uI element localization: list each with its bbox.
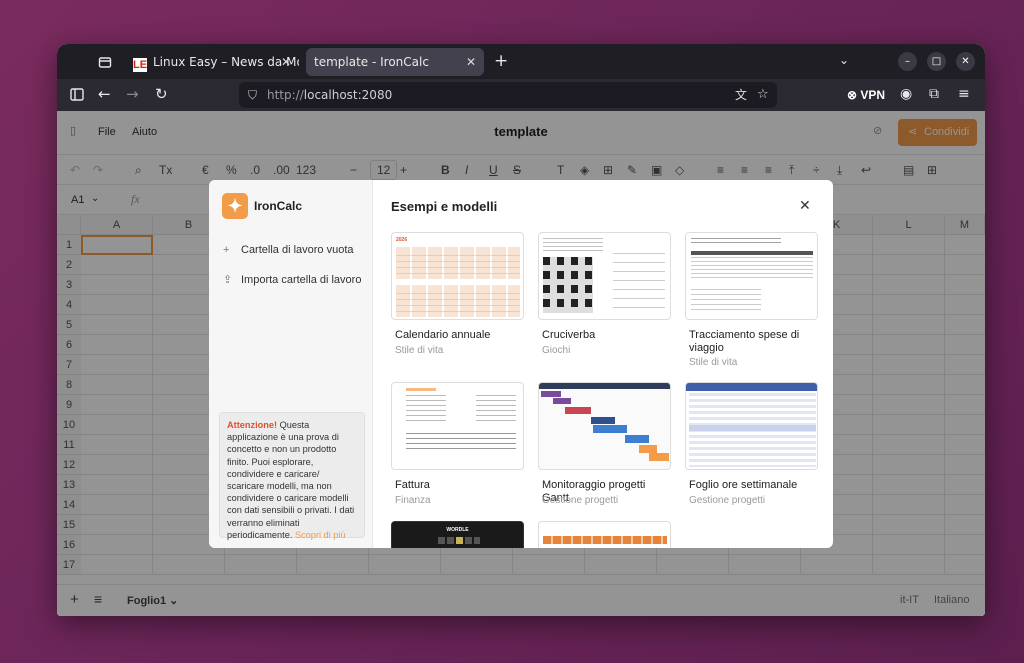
templates-modal: ✦ IronCalc + Cartella di lavoro vuota ⇪ Im… xyxy=(209,180,833,548)
url-bar[interactable]: ⛉ http://localhost:2080 文 ☆ xyxy=(239,82,777,108)
crossword-thumbnail xyxy=(538,232,671,320)
template-title: Fattura xyxy=(395,479,430,491)
close-window-button[interactable]: ✕ xyxy=(956,52,975,71)
gantt-thumbnail xyxy=(538,382,671,470)
import-label: Importa cartella di lavoro xyxy=(241,274,362,286)
template-category: Stile di vita xyxy=(689,357,738,368)
tab-label: Linux Easy – News da Mon xyxy=(153,55,299,69)
menu-icon[interactable]: ≡ xyxy=(958,87,970,101)
reload-icon[interactable]: ↻ xyxy=(155,87,168,102)
template-category: Gestione progetti xyxy=(542,495,619,506)
vpn-button[interactable]: ⊗ VPN xyxy=(847,88,885,102)
template-thumbnail xyxy=(538,521,671,548)
minimize-button[interactable]: – xyxy=(898,52,917,71)
warning-box: Attenzione! Questa applicazione è una pr… xyxy=(219,412,365,540)
back-icon[interactable]: ← xyxy=(98,87,111,102)
close-icon[interactable]: ✕ xyxy=(799,197,811,214)
close-tab-icon[interactable]: ✕ xyxy=(281,48,291,76)
template-title: Cruciverba xyxy=(542,329,596,341)
translate-icon[interactable]: 文 xyxy=(735,82,747,108)
new-blank-label: Cartella di lavoro vuota xyxy=(241,244,354,256)
upload-icon: ⇪ xyxy=(223,274,233,286)
url-prefix: http:// xyxy=(267,88,304,102)
learn-more-link[interactable]: Scopri di più xyxy=(295,530,346,540)
warning-title: Attenzione! xyxy=(227,420,278,430)
plus-icon: + xyxy=(223,244,230,256)
forward-icon[interactable]: → xyxy=(126,87,139,102)
account-icon[interactable]: ◉ xyxy=(900,87,912,101)
browser-window: LE Linux Easy – News da Mon ✕ template - … xyxy=(57,44,985,616)
template-category: Finanza xyxy=(395,495,431,506)
new-tab-button[interactable]: + xyxy=(494,53,508,70)
template-category: Stile di vita xyxy=(395,345,444,356)
new-blank-workbook-button[interactable]: + Cartella di lavoro vuota xyxy=(223,244,354,256)
modal-heading: Esempi e modelli xyxy=(391,199,498,214)
invoice-thumbnail xyxy=(391,382,524,470)
wordle-thumbnail: WORDLE xyxy=(391,521,524,548)
nav-bar: ← → ↻ ⛉ http://localhost:2080 文 ☆ ⊗ VPN … xyxy=(57,79,985,111)
tab-bar: LE Linux Easy – News da Mon ✕ template - … xyxy=(57,44,985,79)
ironcalc-app: ▯ File Aiuto template ⊘ ⋖ Condividi ↶ ↷ … xyxy=(57,111,985,616)
url-host: localhost:2080 xyxy=(303,88,393,102)
extensions-icon[interactable]: ⧉ xyxy=(929,87,939,101)
chevron-down-icon[interactable]: ⌄ xyxy=(839,54,849,66)
modal-sidebar: ✦ IronCalc + Cartella di lavoro vuota ⇪ Im… xyxy=(209,180,373,548)
import-workbook-button[interactable]: ⇪ Importa cartella di lavoro xyxy=(223,273,361,286)
template-category: Giochi xyxy=(542,345,571,356)
timesheet-thumbnail xyxy=(685,382,818,470)
sidebar-toggle-icon[interactable] xyxy=(70,88,84,104)
brand-name: IronCalc xyxy=(254,199,303,213)
shield-icon: ⛉ xyxy=(248,88,258,102)
calendar-thumbnail: 2026 xyxy=(391,232,524,320)
template-title: Tracciamento spese di viaggio xyxy=(689,329,800,354)
maximize-button[interactable]: □ xyxy=(927,52,946,71)
ironcalc-logo-icon: ✦ xyxy=(222,193,248,219)
thumb-text: WORDLE xyxy=(446,527,469,533)
travel-expenses-thumbnail xyxy=(685,232,818,320)
vpn-icon: ⊗ xyxy=(847,88,861,102)
bookmark-star-icon[interactable]: ☆ xyxy=(757,82,769,108)
tab-overview-icon[interactable] xyxy=(98,55,112,72)
close-tab-icon[interactable]: ✕ xyxy=(466,48,476,76)
tab-ironcalc[interactable]: template - IronCalc ✕ xyxy=(306,48,484,76)
thumb-year: 2026 xyxy=(396,237,408,243)
template-title: Calendario annuale xyxy=(395,329,491,341)
template-category: Gestione progetti xyxy=(689,495,766,506)
template-title: Foglio ore settimanale xyxy=(689,479,798,491)
warning-body: Questa applicazione è una prova di conce… xyxy=(227,420,355,540)
tab-linux-easy[interactable]: LE Linux Easy – News da Mon ✕ xyxy=(125,48,299,76)
linuxeasy-logo-icon: LE xyxy=(133,58,148,72)
vpn-label: VPN xyxy=(860,88,886,102)
tab-label: template - IronCalc xyxy=(314,55,429,69)
